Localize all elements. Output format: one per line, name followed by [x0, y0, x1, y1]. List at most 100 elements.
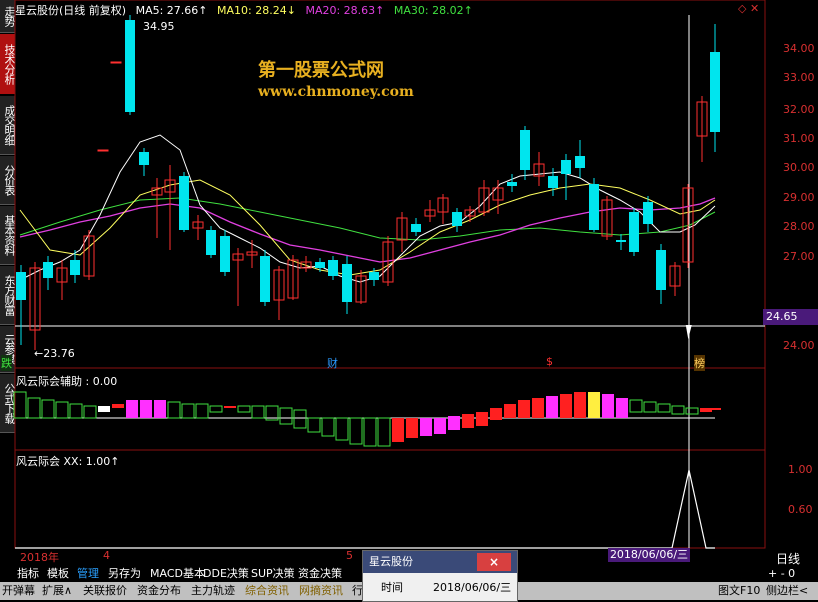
- candle-body: [70, 260, 80, 275]
- indicator-bar: [462, 414, 474, 428]
- tab-template[interactable]: 模板: [47, 566, 69, 582]
- tab-macd[interactable]: MACD基本: [150, 566, 205, 582]
- indicator-bar: [195, 403, 209, 419]
- price-axis-label: 32.00: [783, 103, 815, 116]
- ma10-value: MA10: 28.24↓: [217, 4, 296, 17]
- indicator-bar: [140, 400, 152, 418]
- popup-close-button[interactable]: ×: [477, 553, 511, 571]
- indicator-bar: [685, 407, 699, 415]
- crosshair-popup[interactable]: 星云股份 × 时间 2018/06/06/三: [362, 550, 518, 602]
- web-news-button[interactable]: 网摘资讯: [299, 582, 343, 600]
- candle-body: [589, 184, 599, 230]
- price-axis-label: 27.00: [783, 250, 815, 263]
- ma-legend: 星云股份(日线 前复权) MA5: 27.66↑ MA10: 28.24↓ MA…: [15, 2, 479, 18]
- ma20-line: [19, 197, 716, 263]
- indicator-bar: [126, 400, 138, 418]
- time-axis-april: 4: [103, 549, 110, 562]
- zoom-controls[interactable]: + - 0: [768, 567, 795, 580]
- indicator-bar: [293, 409, 307, 429]
- candle-body: [97, 149, 109, 152]
- candle-body: [629, 212, 639, 252]
- watermark-url: www.chnmoney.com: [258, 84, 414, 100]
- indicator-bar: [709, 408, 721, 410]
- indicator-bar: [27, 397, 41, 419]
- watermark-title: 第一股票公式网: [258, 60, 384, 81]
- close-icon[interactable]: ✕: [750, 2, 759, 15]
- ma30-value: MA30: 28.02↑: [393, 4, 473, 17]
- candle-body: [139, 152, 149, 165]
- related-quotes-button[interactable]: 关联报价: [83, 582, 127, 600]
- marker-bang[interactable]: 榜: [694, 355, 705, 371]
- indicator-bar: [392, 418, 404, 442]
- indicator1-title[interactable]: 风云际会辅助 : 0.00: [16, 373, 117, 389]
- ma30-line: [19, 197, 716, 241]
- candle-body: [179, 176, 189, 230]
- marker-dollar[interactable]: $: [546, 355, 553, 368]
- indicator-bar: [181, 403, 195, 419]
- candle-body: [507, 182, 517, 186]
- indicator-bar: [363, 417, 377, 447]
- tab-dde[interactable]: DDE决策: [203, 566, 249, 582]
- candle-body: [710, 52, 720, 132]
- indicator2-title[interactable]: 风云际会 XX: 1.00↑: [16, 453, 119, 469]
- indicator-bar: [237, 405, 251, 413]
- indicator-bar: [321, 417, 335, 437]
- indicator-bar: [616, 398, 628, 418]
- period-label[interactable]: 日线: [776, 550, 800, 567]
- indicator2-axis-label: 0.60: [788, 503, 813, 516]
- current-price-tag: 24.65: [763, 309, 818, 325]
- indicator-bar: [420, 418, 432, 436]
- ma10-line: [19, 179, 716, 276]
- candle-body: [548, 176, 558, 188]
- indicator-bar: [574, 392, 586, 418]
- indicator-bar: [335, 417, 349, 441]
- ma5-value: MA5: 27.66↑: [135, 4, 208, 17]
- news-button[interactable]: 综合资讯: [245, 582, 289, 600]
- f10-button[interactable]: 图文F10: [718, 582, 760, 600]
- expand-button[interactable]: 扩展∧: [42, 582, 72, 600]
- indicator-bar: [657, 403, 671, 413]
- marker-die[interactable]: 跌: [1, 355, 12, 371]
- fund-distribution-button[interactable]: 资金分布: [137, 582, 181, 600]
- diamond-icon[interactable]: ◇: [738, 2, 746, 15]
- marker-finance[interactable]: 财: [327, 355, 338, 371]
- candle-body: [220, 236, 230, 272]
- indicator-bar: [154, 400, 166, 418]
- price-axis-label: 34.00: [783, 42, 815, 55]
- ma20-value: MA20: 28.63↑: [305, 4, 385, 17]
- indicator-bar: [209, 405, 223, 413]
- candle-body: [43, 262, 53, 278]
- indicator-bar: [504, 404, 516, 418]
- candle-body: [260, 256, 270, 302]
- barrage-button[interactable]: 开弹幕: [2, 582, 35, 600]
- time-axis-may: 5: [346, 549, 353, 562]
- tab-indicator[interactable]: 指标: [17, 566, 39, 582]
- indicator-bar: [98, 406, 110, 412]
- xx-signal-line: [15, 469, 715, 549]
- indicator-bar: [532, 398, 544, 418]
- indicator-bar: [167, 401, 181, 419]
- indicator-bar: [307, 417, 321, 433]
- main-force-button[interactable]: 主力轨迹: [191, 582, 235, 600]
- indicator-bar: [434, 418, 446, 434]
- indicator-bar: [349, 417, 363, 445]
- tab-fund[interactable]: 资金决策: [298, 566, 342, 582]
- indicator-bar: [377, 417, 391, 447]
- indicator-bar: [41, 399, 55, 419]
- tab-save-as[interactable]: 另存为: [108, 566, 141, 582]
- stock-name: 星云股份(日线 前复权): [15, 4, 127, 17]
- indicator-bar: [224, 406, 236, 408]
- candle-body: [575, 156, 585, 168]
- indicator-bar: [546, 396, 558, 418]
- indicator-bar: [83, 405, 97, 419]
- candle-body: [328, 260, 338, 276]
- indicator-bar: [476, 412, 488, 426]
- sidebar-toggle-button[interactable]: 侧边栏<: [766, 582, 808, 600]
- indicator2-axis-label: 1.00: [788, 463, 813, 476]
- indicator-bar: [588, 392, 600, 418]
- tab-manage[interactable]: 管理: [77, 566, 99, 582]
- candle-body: [369, 272, 379, 280]
- indicator-bar: [643, 401, 657, 413]
- price-axis-label: 30.00: [783, 161, 815, 174]
- tab-sup[interactable]: SUP决策: [251, 566, 295, 582]
